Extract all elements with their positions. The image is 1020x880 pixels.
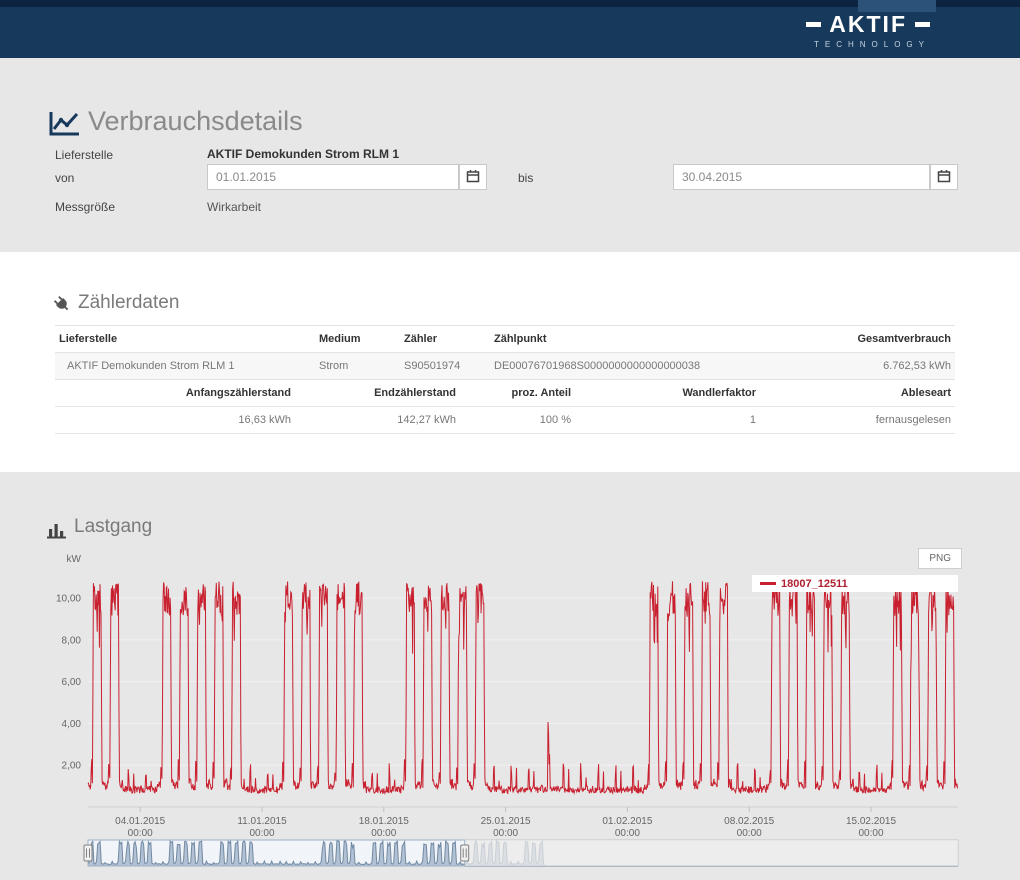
x-tick-time: 00:00 (128, 828, 153, 837)
x-tick-time: 00:00 (371, 828, 396, 837)
lastgang-title: Lastgang (74, 516, 152, 538)
logo-left-bar-icon (806, 22, 821, 27)
x-tick-date: 04.01.2015 (115, 816, 165, 827)
cell-endzaehlerstand: 142,27 kWh (295, 407, 460, 434)
col-ableseart: Ableseart (760, 380, 955, 407)
cell-lieferstelle: AKTIF Demokunden Strom RLM 1 (55, 353, 315, 380)
col-anfangszaehlerstand: Anfangszählerstand (55, 380, 295, 407)
aktif-logo-wordmark: AKTIF (806, 13, 930, 36)
page-title: Verbrauchsdetails (88, 106, 303, 137)
bar-chart-icon (46, 520, 67, 544)
messgroesse-label: Messgröße (55, 200, 115, 214)
chart-navigator[interactable] (40, 837, 980, 871)
col-zaehler: Zähler (400, 326, 490, 353)
plug-icon (52, 294, 72, 319)
lieferstelle-label: Lieferstelle (55, 148, 113, 162)
navigator-handle-left[interactable] (84, 845, 92, 861)
table-header-row-2: Anfangszählerstand Endzählerstand proz. … (55, 380, 955, 407)
messgroesse-value: Wirkarbeit (207, 200, 261, 214)
y-tick-label: 4,00 (62, 719, 82, 730)
y-tick-label: 8,00 (62, 635, 82, 646)
col-zaehlpunkt: Zählpunkt (490, 326, 760, 353)
page: AKTIF TECHNOLOGY Verbrauchsdetails Liefe… (0, 0, 1020, 880)
logo-right-bar-icon (915, 22, 930, 27)
logo-text: AKTIF (829, 13, 907, 36)
col-proz-anteil: proz. Anteil (460, 380, 575, 407)
cell-zaehlpunkt: DE00076701968S0000000000000000038 (490, 353, 760, 380)
date-to-calendar-button[interactable] (930, 164, 958, 190)
calendar-icon (466, 169, 480, 186)
calendar-icon (937, 169, 951, 186)
date-from-calendar-button[interactable] (459, 164, 487, 190)
cell-wandlerfaktor: 1 (575, 407, 760, 434)
legend-series-label: 18007_12511 (781, 578, 848, 590)
x-tick-time: 00:00 (858, 828, 883, 837)
cell-proz-anteil: 100 % (460, 407, 575, 434)
date-to-input[interactable] (673, 164, 930, 190)
x-tick-time: 00:00 (493, 828, 518, 837)
x-tick-date: 25.01.2015 (481, 816, 531, 827)
col-gesamtverbrauch: Gesamtverbrauch (760, 326, 955, 353)
table-row: AKTIF Demokunden Strom RLM 1 Strom S9050… (55, 353, 955, 380)
date-from-input[interactable] (207, 164, 459, 190)
bis-label: bis (518, 171, 533, 185)
chart-legend[interactable]: 18007_12511 (752, 575, 958, 592)
series-line (88, 581, 958, 793)
col-medium: Medium (315, 326, 400, 353)
aktif-logo: AKTIF TECHNOLOGY (806, 13, 930, 49)
x-tick-date: 15.02.2015 (846, 816, 896, 827)
y-tick-label: 10,00 (56, 594, 81, 605)
cell-ableseart: fernausgelesen (760, 407, 955, 434)
app-header: AKTIF TECHNOLOGY (0, 0, 1020, 58)
x-tick-date: 11.01.2015 (237, 816, 287, 827)
zaehlerdaten-title: Zählerdaten (78, 292, 179, 314)
x-tick-date: 01.02.2015 (602, 816, 652, 827)
table-header-row: Lieferstelle Medium Zähler Zählpunkt Ges… (55, 326, 955, 353)
navigator-unselected-mask (465, 840, 958, 866)
y-tick-label: 6,00 (62, 677, 82, 688)
cell-medium: Strom (315, 353, 400, 380)
table-row-2: 16,63 kWh 142,27 kWh 100 % 1 fernausgele… (55, 407, 955, 434)
x-tick-time: 00:00 (737, 828, 762, 837)
y-axis-title: kW (67, 554, 82, 565)
lieferstelle-value: AKTIF Demokunden Strom RLM 1 (207, 147, 399, 161)
col-endzaehlerstand: Endzählerstand (295, 380, 460, 407)
y-tick-label: 2,00 (62, 761, 82, 772)
col-lieferstelle: Lieferstelle (55, 326, 315, 353)
navigator-selection[interactable] (88, 840, 465, 866)
cell-anfangszaehlerstand: 16,63 kWh (55, 407, 295, 434)
x-tick-time: 00:00 (615, 828, 640, 837)
von-label: von (55, 171, 74, 185)
x-tick-time: 00:00 (249, 828, 274, 837)
meter-table-detail: Anfangszählerstand Endzählerstand proz. … (55, 380, 955, 434)
col-wandlerfaktor: Wandlerfaktor (575, 380, 760, 407)
cell-zaehler: S90501974 (400, 353, 490, 380)
cell-gesamtverbrauch: 6.762,53 kWh (760, 353, 955, 380)
x-tick-date: 08.02.2015 (724, 816, 774, 827)
logo-subtitle: TECHNOLOGY (814, 40, 930, 49)
meter-table-main: Lieferstelle Medium Zähler Zählpunkt Ges… (55, 325, 955, 380)
navigator-handle-right[interactable] (461, 845, 469, 861)
x-tick-date: 18.01.2015 (359, 816, 409, 827)
line-chart-icon (48, 110, 81, 142)
lastgang-chart: 2,004,006,008,0010,00kW04.01.201500:0011… (40, 545, 980, 880)
zaehlerdaten-table: Lieferstelle Medium Zähler Zählpunkt Ges… (55, 325, 955, 434)
legend-series-marker-icon (760, 582, 776, 585)
